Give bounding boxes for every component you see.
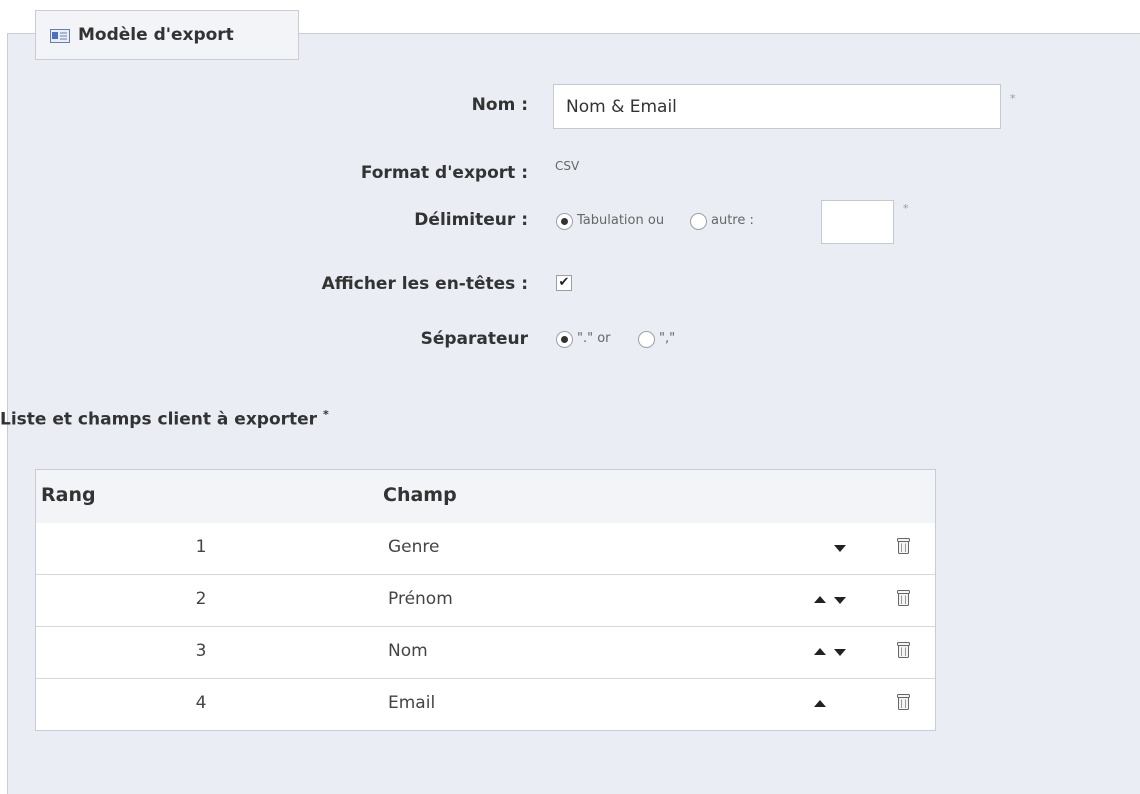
table-row: 2 Prénom: [36, 574, 935, 626]
fields-section-required-mark: *: [323, 408, 329, 421]
delimiter-tab-label: Tabulation ou: [577, 213, 665, 228]
delimiter-label: Délimiteur :: [414, 210, 528, 230]
trash-icon[interactable]: [897, 537, 910, 555]
name-input[interactable]: [553, 84, 1001, 129]
move-up-icon[interactable]: [814, 596, 826, 603]
rank-column-header: Rang: [41, 484, 96, 506]
table-row: 3 Nom: [36, 626, 935, 678]
fields-section-title-text: Liste et champs client à exporter: [0, 409, 318, 430]
trash-icon[interactable]: [897, 589, 910, 607]
separator-comma-radio[interactable]: [638, 331, 655, 348]
delimiter-tab-radio[interactable]: [556, 213, 573, 230]
field-column-header: Champ: [383, 484, 457, 506]
export-template-legend: Modèle d'export: [35, 10, 299, 60]
row-field: Genre: [388, 537, 440, 557]
move-down-icon[interactable]: [834, 597, 846, 604]
move-down-icon[interactable]: [834, 545, 846, 552]
delimiter-other-radio[interactable]: [690, 213, 707, 230]
format-value: CSV: [555, 159, 580, 173]
format-label: Format d'export :: [360, 163, 528, 183]
move-up-icon[interactable]: [814, 648, 826, 655]
separator-comma-label: ",": [659, 331, 676, 346]
headers-checkbox[interactable]: ✔: [556, 275, 572, 291]
row-field: Nom: [388, 641, 428, 661]
headers-label: Afficher les en-têtes :: [321, 274, 528, 294]
name-required-mark: *: [1010, 92, 1016, 105]
delimiter-other-label: autre :: [711, 213, 754, 228]
move-up-icon[interactable]: [814, 700, 826, 707]
separator-dot-label: "." or: [577, 331, 611, 346]
row-rank: 3: [195, 641, 207, 661]
contact-card-icon: [50, 28, 70, 43]
row-field: Email: [388, 693, 436, 713]
row-rank: 2: [195, 589, 207, 609]
legend-title: Modèle d'export: [78, 25, 234, 45]
row-rank: 4: [195, 693, 207, 713]
move-down-icon[interactable]: [834, 649, 846, 656]
trash-icon[interactable]: [897, 641, 910, 659]
trash-icon[interactable]: [897, 693, 910, 711]
row-field: Prénom: [388, 589, 453, 609]
separator-label: Séparateur: [420, 329, 528, 349]
table-row: 4 Email: [36, 678, 935, 730]
delimiter-required-mark: *: [903, 202, 909, 215]
separator-dot-radio[interactable]: [556, 331, 573, 348]
delimiter-other-input[interactable]: [821, 200, 894, 244]
name-label: Nom :: [471, 95, 528, 115]
fields-table: Rang Champ 1 Genre 2 Prénom 3 Nom 4 Email: [35, 469, 936, 731]
fields-section-title: Liste et champs client à exporter *: [0, 408, 329, 430]
table-header: Rang Champ: [36, 470, 935, 523]
row-rank: 1: [195, 537, 207, 557]
table-row: 1 Genre: [36, 523, 935, 574]
